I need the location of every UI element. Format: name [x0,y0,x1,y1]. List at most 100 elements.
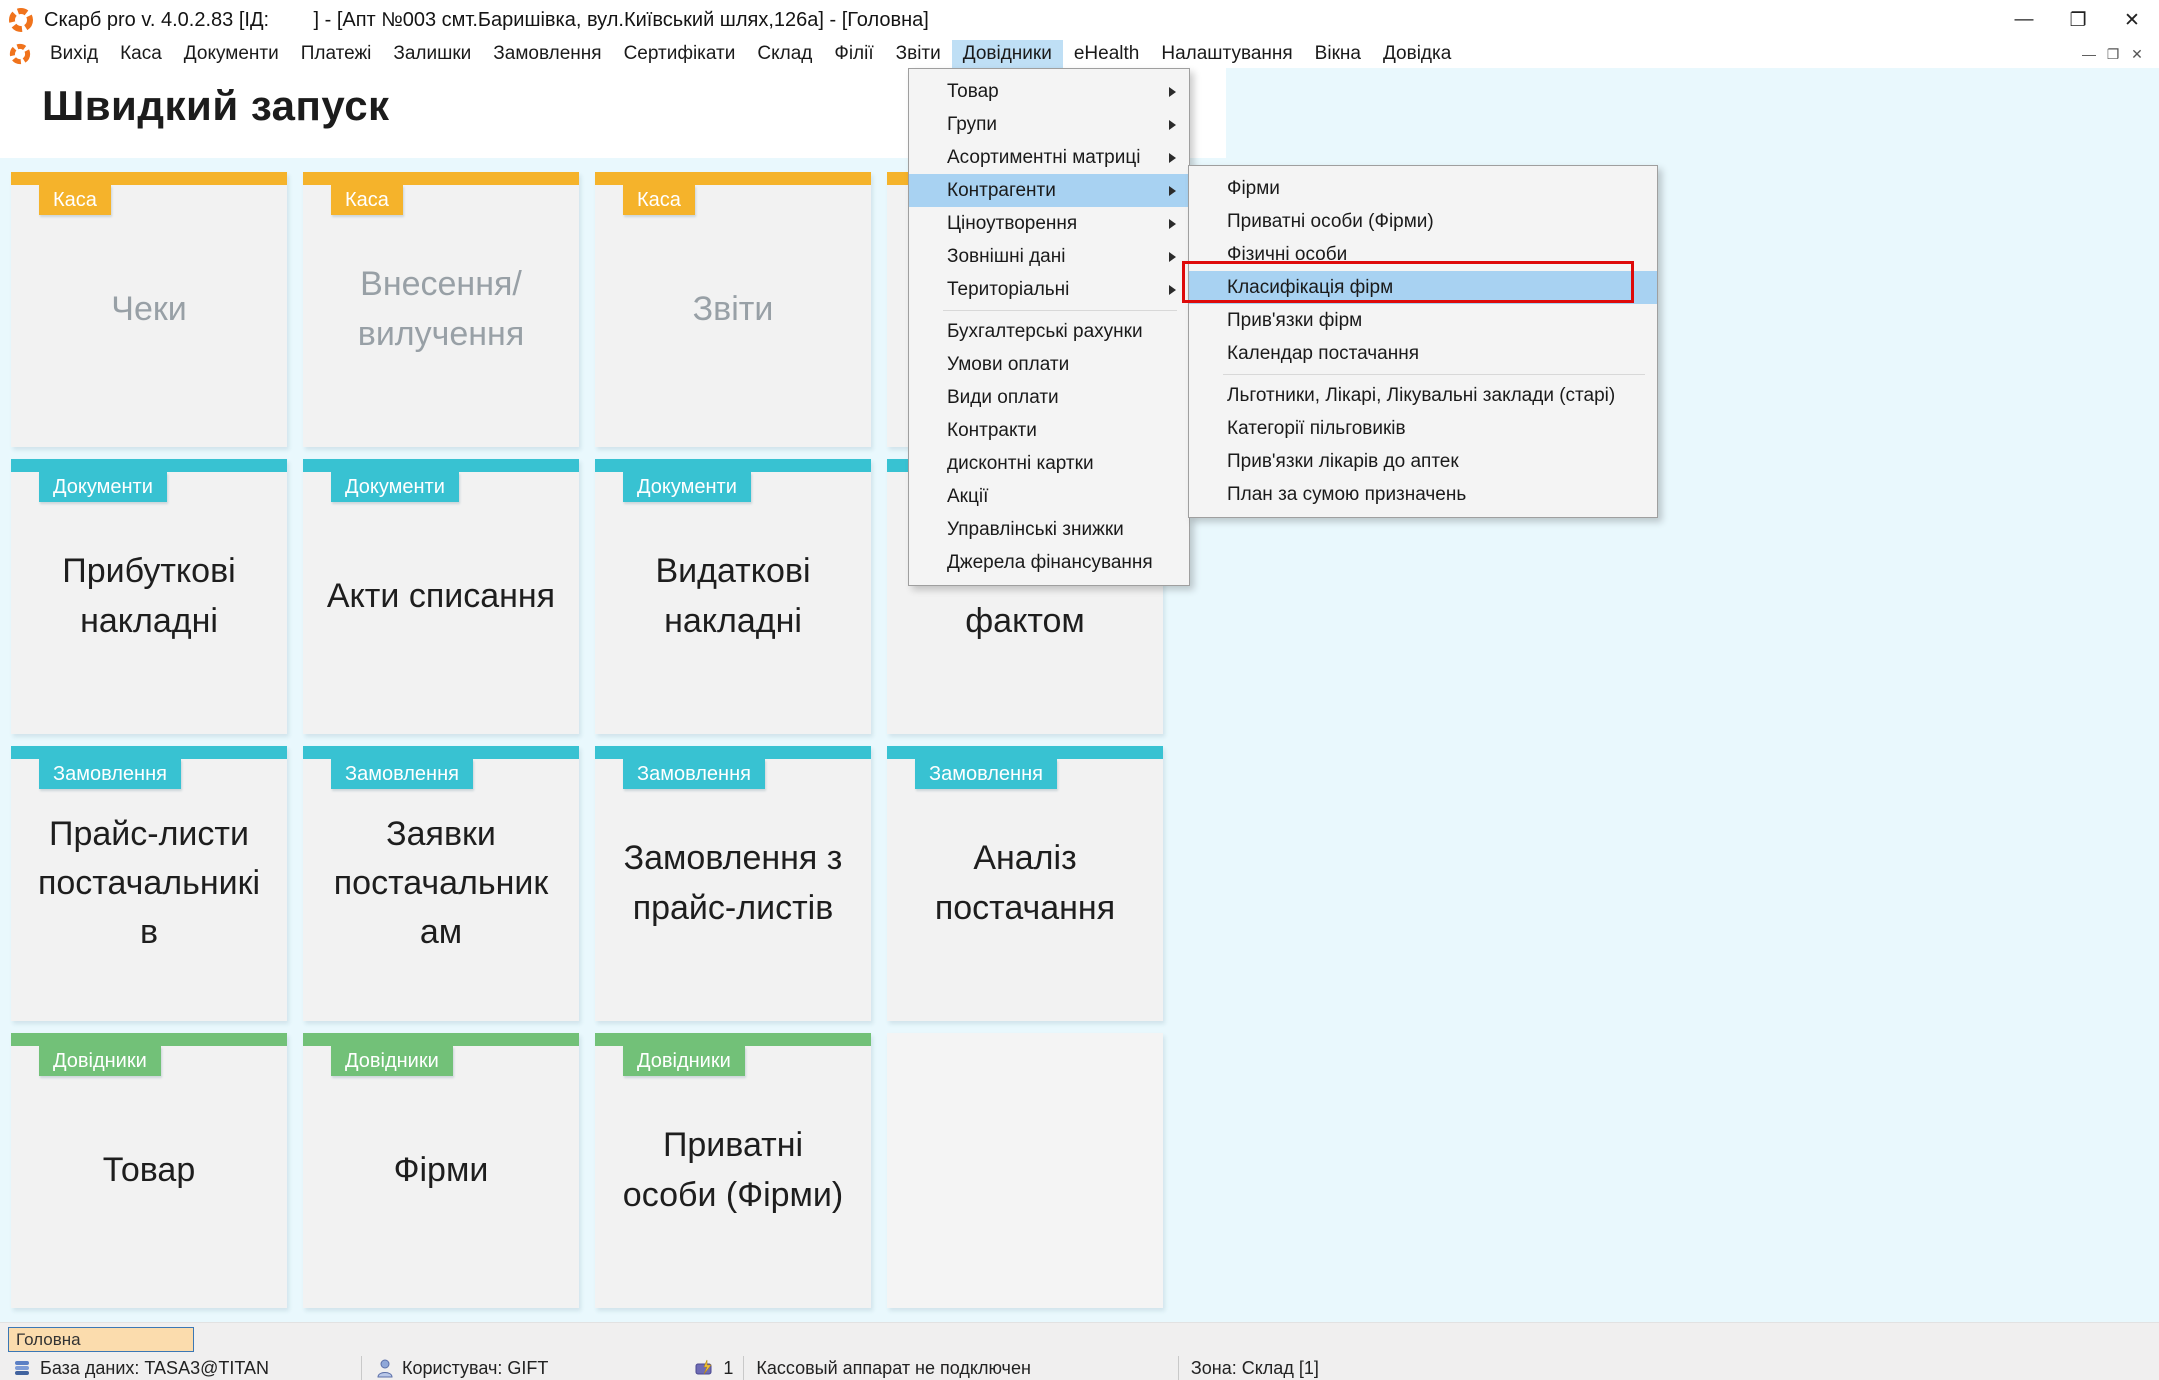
tile-vnesennya-vyluchennya[interactable]: Каса Внесення/вилучення [303,172,579,447]
dropdown-item-label: Товар [947,81,999,102]
dropdown-item-tovar[interactable]: Товар [909,75,1189,108]
menu-bar: Вихід Каса Документи Платежі Залишки Зам… [0,40,2159,68]
tile-zayavky-postachalnykam[interactable]: Замовлення Заявки постачальникам [303,746,579,1021]
tile-firmy[interactable]: Довідники Фірми [303,1033,579,1308]
status-bar: База даних: TASA3@TITAN Користувач: GIFT… [0,1355,2159,1380]
tile-label: Видаткові накладні [595,459,871,734]
submenu-item-label: Фірми [1227,178,1280,199]
tile-label: Аналіз постачання [887,746,1163,1021]
main-area: Швидкий запуск Каса Чеки Каса Внесення/в… [0,68,2159,1380]
menu-dokumenty[interactable]: Документи [173,40,290,68]
menu-separator [943,310,1177,311]
submenu-item-lhotnyky-likari-zaklady[interactable]: Льготники, Лікарі, Лікувальні заклади (с… [1189,379,1657,412]
submenu-arrow-icon [1169,219,1176,229]
submenu-item-pryvatni-osoby-firmy[interactable]: Приватні особи (Фірми) [1189,205,1657,238]
dropdown-item-zovnishni-dani[interactable]: Зовнішні дані [909,240,1189,273]
submenu-item-label: Льготники, Лікарі, Лікувальні заклади (с… [1227,385,1615,406]
dropdown-item-vydy-oplaty[interactable]: Види оплати [909,381,1189,414]
menu-sertyfikaty[interactable]: Сертифікати [613,40,747,68]
dropdown-item-dyskontni-kartky[interactable]: дисконтні картки [909,447,1189,480]
submenu-item-katehorii-pilhovykiv[interactable]: Категорії пільговиків [1189,412,1657,445]
tile-prybutkovi-nakladni[interactable]: Документи Прибуткові накладні [11,459,287,734]
cash-register-icon [695,1359,715,1377]
menu-dovidnyky[interactable]: Довідники [952,40,1063,68]
submenu-item-pryvyazky-firm[interactable]: Прив'язки фірм [1189,304,1657,337]
close-button[interactable]: ✕ [2105,0,2159,40]
tile-vydatkovi-nakladni[interactable]: Документи Видаткові накладні [595,459,871,734]
dropdown-item-aktsii[interactable]: Акції [909,480,1189,513]
tile-cheky[interactable]: Каса Чеки [11,172,287,447]
dropdown-item-kontrahenty[interactable]: Контрагенти [909,174,1189,207]
menu-ehealth[interactable]: eHealth [1063,40,1151,68]
dropdown-item-label: дисконтні картки [947,453,1094,474]
menu-dovidka[interactable]: Довідка [1372,40,1462,68]
dropdown-item-tsinoutvorennya[interactable]: Ціноутворення [909,207,1189,240]
menu-filii[interactable]: Філії [823,40,884,68]
menu-platezhi[interactable]: Платежі [290,40,383,68]
restore-button[interactable]: ❐ [2051,0,2105,40]
tile-tovar[interactable]: Довідники Товар [11,1033,287,1308]
submenu-item-label: Приватні особи (Фірми) [1227,211,1434,232]
tile-label: Фірми [303,1033,579,1308]
tile-akty-spysannya[interactable]: Документи Акти списання [303,459,579,734]
submenu-item-kalendar-postachannya[interactable]: Календар постачання [1189,337,1657,370]
dropdown-item-label: Умови оплати [947,354,1069,375]
submenu-item-label: Прив'язки фірм [1227,310,1362,331]
dropdown-item-umovy-oplaty[interactable]: Умови оплати [909,348,1189,381]
dropdown-item-kontrakty[interactable]: Контракти [909,414,1189,447]
page-title: Швидкий запуск [42,82,390,130]
submenu-item-label: Прив'язки лікарів до аптек [1227,451,1459,472]
status-divider [743,1356,744,1380]
dropdown-item-asortymentni-matrytsi[interactable]: Асортиментні матриці [909,141,1189,174]
dropdown-item-label: Асортиментні матриці [947,147,1140,168]
cash-register-status: Кассовый аппарат не подключен [756,1358,1030,1379]
terminal-count: 1 [723,1358,733,1379]
menu-sklad[interactable]: Склад [746,40,823,68]
tile-zamovlennya-z-prays-lystiv[interactable]: Замовлення Замовлення з прайс-листів [595,746,871,1021]
tile-analiz-postachannya[interactable]: Замовлення Аналіз постачання [887,746,1163,1021]
dropdown-item-label: Ціноутворення [947,213,1077,234]
minimize-button[interactable]: — [1997,0,2051,40]
tile-label: Приватні особи (Фірми) [595,1033,871,1308]
kontrahenty-submenu: Фірми Приватні особи (Фірми) Фізичні осо… [1188,165,1658,518]
tile-prays-lysty-postachalnykiv[interactable]: Замовлення Прайс-листи постачальників [11,746,287,1021]
submenu-item-plan-za-sumoyu-pryznachen[interactable]: План за сумою призначень [1189,478,1657,511]
dropdown-item-bukhhalterski-rakhunky[interactable]: Бухгалтерські рахунки [909,315,1189,348]
submenu-arrow-icon [1169,285,1176,295]
submenu-arrow-icon [1169,186,1176,196]
dropdown-item-dzherela-finansuvannya[interactable]: Джерела фінансування [909,546,1189,579]
submenu-item-label: План за сумою призначень [1227,484,1466,505]
status-divider [1178,1356,1179,1380]
title-bar: Скарб pro v. 4.0.2.83 [ІД: ] - [Апт №003… [0,0,2159,40]
tile-pryvatni-osoby-firmy[interactable]: Довідники Приватні особи (Фірми) [595,1033,871,1308]
tile-empty [887,1033,1163,1308]
skarb-logo-icon [9,43,31,65]
tile-zvity[interactable]: Каса Звіти [595,172,871,447]
user-status: Користувач: GIFT [402,1358,548,1379]
submenu-arrow-icon [1169,252,1176,262]
submenu-arrow-icon [1169,153,1176,163]
dropdown-item-upravlinski-znyzhky[interactable]: Управлінські знижки [909,513,1189,546]
submenu-item-label: Календар постачання [1227,343,1419,364]
dropdown-item-hrupy[interactable]: Групи [909,108,1189,141]
menu-zalyshky[interactable]: Залишки [382,40,482,68]
red-highlight-annotation [1182,261,1634,303]
mdi-close-button[interactable]: ✕ [2125,46,2149,63]
dropdown-item-label: Управлінські знижки [947,519,1124,540]
menu-nalashtuvannya[interactable]: Налаштування [1150,40,1303,68]
submenu-item-pryvyazky-likariv-do-aptek[interactable]: Прив'язки лікарів до аптек [1189,445,1657,478]
application-window: Скарб pro v. 4.0.2.83 [ІД: ] - [Апт №003… [0,0,2159,1380]
menu-kasa[interactable]: Каса [109,40,173,68]
submenu-item-firmy[interactable]: Фірми [1189,172,1657,205]
submenu-item-label: Категорії пільговиків [1227,418,1406,439]
mdi-restore-button[interactable]: ❐ [2101,46,2125,63]
dropdown-item-terytorialni[interactable]: Територіальні [909,273,1189,306]
menu-zvity[interactable]: Звіти [885,40,952,68]
menu-vikna[interactable]: Вікна [1304,40,1372,68]
tab-holovna[interactable]: Головна [8,1327,194,1352]
mdi-minimize-button[interactable]: — [2077,46,2101,62]
menu-vykhid[interactable]: Вихід [39,40,109,68]
footer: Головна База даних: TASA3@TITAN Користув… [0,1322,2159,1380]
menu-zamovlennya[interactable]: Замовлення [482,40,612,68]
tile-label: Звіти [595,172,871,447]
